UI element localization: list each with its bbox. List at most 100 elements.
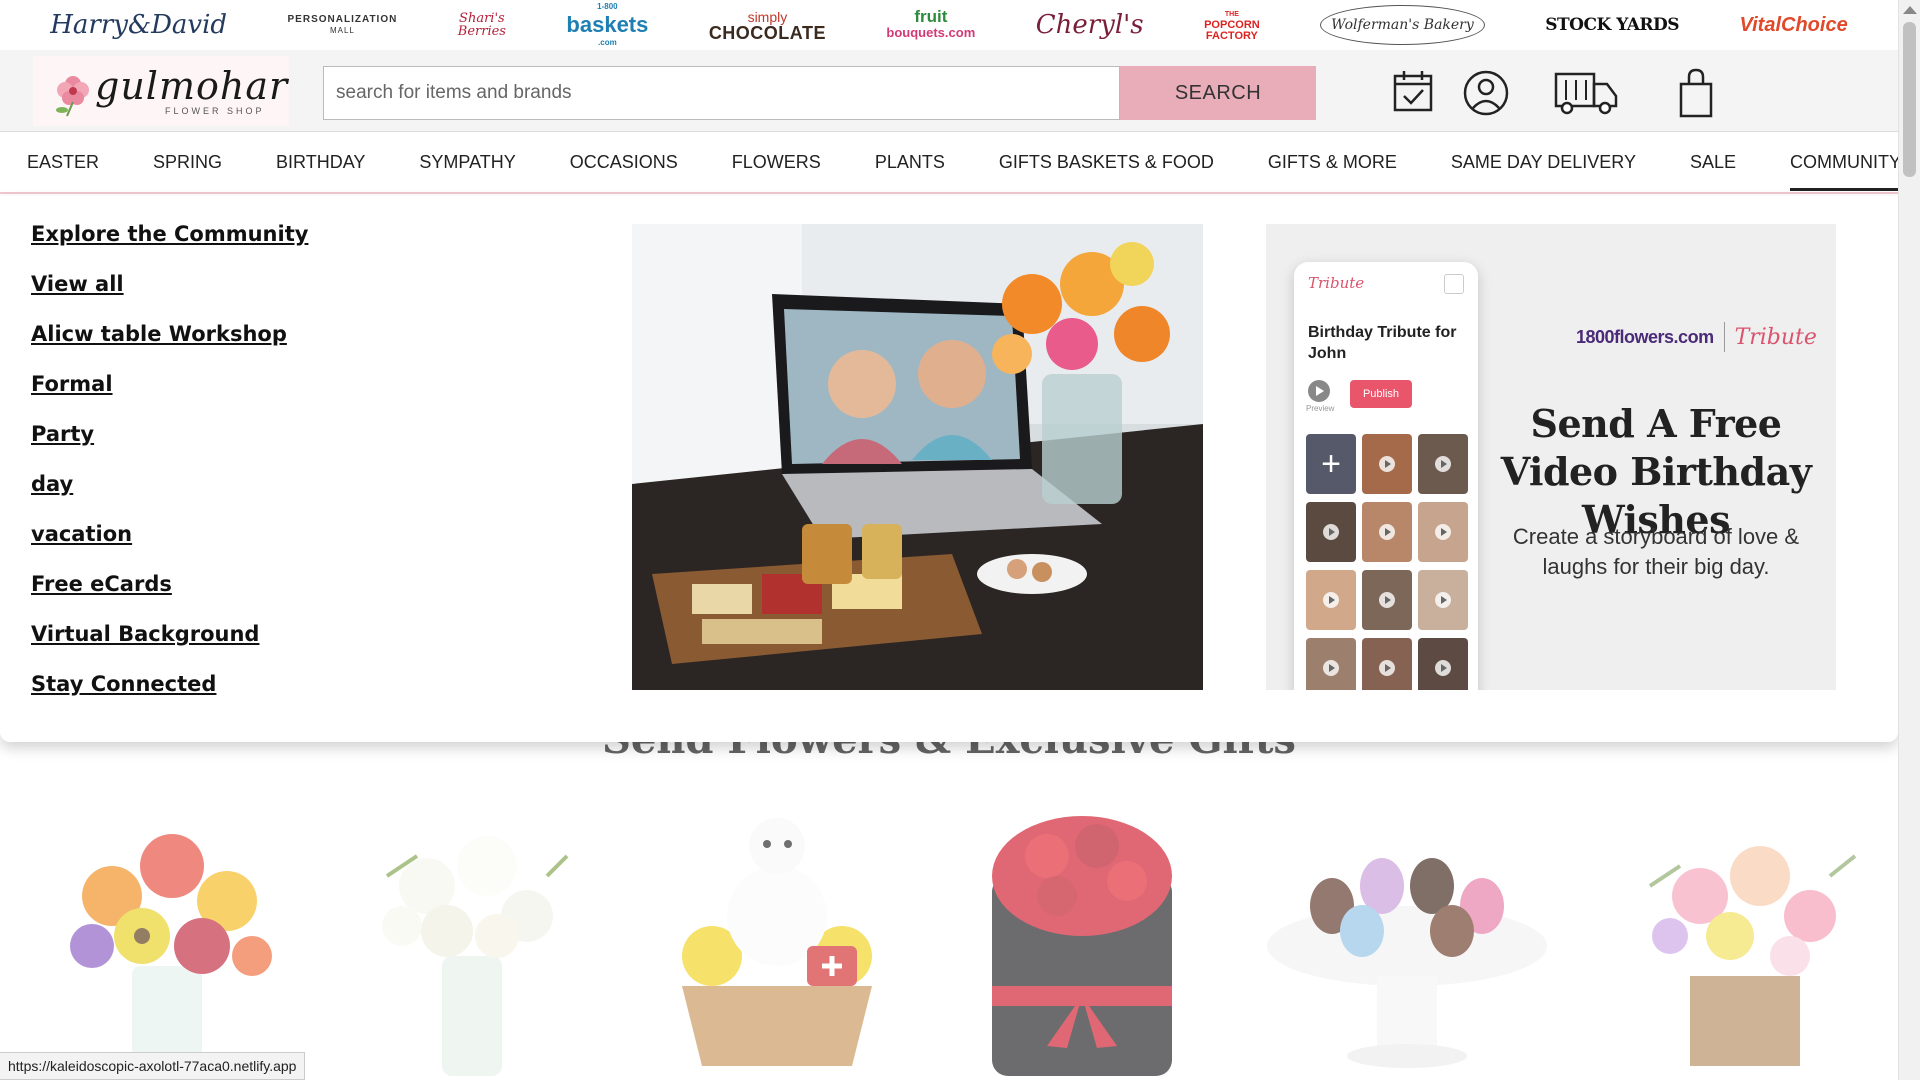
nav-sympathy[interactable]: SYMPATHY <box>419 131 515 193</box>
video-tile <box>1306 638 1356 690</box>
shopping-bag-icon[interactable] <box>1676 66 1716 120</box>
scroll-up-arrow-icon[interactable] <box>1903 6 1917 14</box>
account-icon[interactable] <box>1462 66 1510 120</box>
logo-subtitle: FLOWER SHOP <box>165 106 265 116</box>
brand-strip: Harry&David PERSONALIZATION MALL Shari's B… <box>0 0 1898 50</box>
nav-flowers[interactable]: FLOWERS <box>732 131 821 193</box>
community-dropdown: Explore the Community View all Alicw tab… <box>0 196 1898 742</box>
brand-sharis-berries[interactable]: Shari's Berries <box>458 5 506 45</box>
brand-fruit-bouquets[interactable]: fruit bouquets.com <box>886 5 975 45</box>
brand-personalization-mall[interactable]: PERSONALIZATION MALL <box>288 5 398 45</box>
brand-harry-david[interactable]: Harry&David <box>50 5 227 45</box>
brand-sc-line2: CHOCOLATE <box>708 23 826 43</box>
play-icon <box>1323 524 1339 540</box>
brand-divider <box>1723 322 1725 352</box>
brand-sb-line2: Berries <box>457 24 506 39</box>
nav-birthday[interactable]: BIRTHDAY <box>276 131 365 193</box>
calendar-check-icon[interactable] <box>1392 66 1434 120</box>
video-tile <box>1362 502 1412 562</box>
link-day[interactable]: day <box>31 472 308 522</box>
video-tile <box>1418 638 1468 690</box>
brand-wolfermans-label: Wolferman's Bakery <box>1331 17 1474 33</box>
nav-spring[interactable]: SPRING <box>153 131 222 193</box>
brand-fb-line1: fruit <box>914 7 948 26</box>
brand-vital-choice[interactable]: VitalChoice <box>1740 5 1848 45</box>
site-header: gulmohar FLOWER SHOP SEARCH <box>0 50 1898 132</box>
scrollbar-thumb[interactable] <box>1903 22 1916 177</box>
nav-same-day-delivery[interactable]: SAME DAY DELIVERY <box>1451 131 1636 193</box>
link-table-workshop[interactable]: Alicw table Workshop <box>31 322 308 372</box>
search-button[interactable]: SEARCH <box>1120 66 1316 120</box>
brand-cheryls[interactable]: Cheryl's <box>1036 5 1144 45</box>
brand-wolfermans[interactable]: Wolferman's Bakery <box>1320 5 1485 45</box>
delivery-truck-icon[interactable] <box>1553 66 1619 120</box>
link-party[interactable]: Party <box>31 422 308 472</box>
community-link-list: Explore the Community View all Alicw tab… <box>31 222 308 722</box>
main-nav: EASTER SPRING BIRTHDAY SYMPATHY OCCASION… <box>0 131 1902 194</box>
play-icon <box>1435 660 1451 676</box>
brand-simply-chocolate[interactable]: simply CHOCOLATE <box>709 5 826 45</box>
play-icon <box>1379 524 1395 540</box>
flower-logo-icon <box>56 76 89 117</box>
phone-tribute-logo: Tribute <box>1308 274 1365 292</box>
phone-publish-button: Publish <box>1350 380 1412 408</box>
hamburger-menu-icon <box>1444 274 1464 294</box>
brand-pf-line3: FACTORY <box>1205 29 1258 42</box>
play-icon <box>1435 524 1451 540</box>
brand-fb-line2: bouquets.com <box>886 25 976 40</box>
nav-gifts-more[interactable]: GIFTS & MORE <box>1268 131 1397 193</box>
nav-plants[interactable]: PLANTS <box>875 131 945 193</box>
add-tile-icon: + <box>1306 434 1356 494</box>
phone-title: Birthday Tribute for John <box>1308 324 1457 362</box>
video-tile <box>1362 638 1412 690</box>
play-icon <box>1308 380 1330 402</box>
brand-stock-yards[interactable]: STOCK YARDS <box>1545 5 1679 45</box>
nav-community[interactable]: COMMUNITY <box>1790 131 1902 193</box>
play-icon <box>1323 592 1339 608</box>
video-tile <box>1418 570 1468 630</box>
logo-text: gulmohar <box>95 64 289 108</box>
tribute-promo-banner[interactable]: Tribute Birthday Tribute for John Previe… <box>1266 224 1836 690</box>
play-icon <box>1435 592 1451 608</box>
play-icon <box>1379 456 1395 472</box>
play-icon <box>1379 660 1395 676</box>
play-icon <box>1323 660 1339 676</box>
brand-harry-david-label: Harry&David <box>50 10 228 40</box>
brand-1800-baskets[interactable]: 1-800 baskets .com <box>566 2 649 47</box>
nav-gifts-baskets-food[interactable]: GIFTS BASKETS & FOOD <box>999 131 1214 193</box>
brand-cheryls-label: Cheryl's <box>1035 10 1144 40</box>
link-view-all[interactable]: View all <box>31 272 308 322</box>
promo-brand-lockup: 1800flowers.com Tribute <box>1576 322 1817 352</box>
link-formal[interactable]: Formal <box>31 372 308 422</box>
community-photo-virtual-party[interactable] <box>632 224 1203 690</box>
nav-occasions[interactable]: OCCASIONS <box>570 131 678 193</box>
brand-pm-line2: MALL <box>329 26 355 35</box>
link-free-ecards[interactable]: Free eCards <box>31 572 308 622</box>
site-logo[interactable]: gulmohar FLOWER SHOP <box>33 56 289 126</box>
brand-popcorn-factory[interactable]: THE POPCORN FACTORY <box>1204 5 1260 45</box>
search-input[interactable] <box>323 66 1120 120</box>
link-explore-community[interactable]: Explore the Community <box>31 222 308 272</box>
brand-bk-main: baskets <box>566 12 649 37</box>
brand-pm-line1: PERSONALIZATION <box>287 14 398 25</box>
video-tile <box>1418 434 1468 494</box>
brand-tribute: Tribute <box>1734 324 1817 350</box>
video-tile <box>1362 570 1412 630</box>
phone-preview-label: Preview <box>1306 404 1335 413</box>
link-stay-connected[interactable]: Stay Connected <box>31 672 308 722</box>
page-scrollbar[interactable] <box>1898 0 1920 1080</box>
video-tile <box>1362 434 1412 494</box>
play-icon <box>1379 592 1395 608</box>
video-tile <box>1306 570 1356 630</box>
promo-subtext: Create a storyboard of love & laughs for… <box>1512 524 1800 579</box>
nav-sale[interactable]: SALE <box>1690 131 1736 193</box>
video-tile <box>1418 502 1468 562</box>
nav-easter[interactable]: EASTER <box>27 131 99 193</box>
link-virtual-background[interactable]: Virtual Background <box>31 622 308 672</box>
status-bar-url: https://kaleidoscopic-axolotl-77aca0.net… <box>0 1052 306 1080</box>
brand-vital-choice-label: VitalChoice <box>1739 13 1848 36</box>
play-icon <box>1435 456 1451 472</box>
brand-pf-line2: POPCORN <box>1204 18 1260 31</box>
brand-pf-line1: THE <box>1224 10 1239 18</box>
link-vacation[interactable]: vacation <box>31 522 308 572</box>
